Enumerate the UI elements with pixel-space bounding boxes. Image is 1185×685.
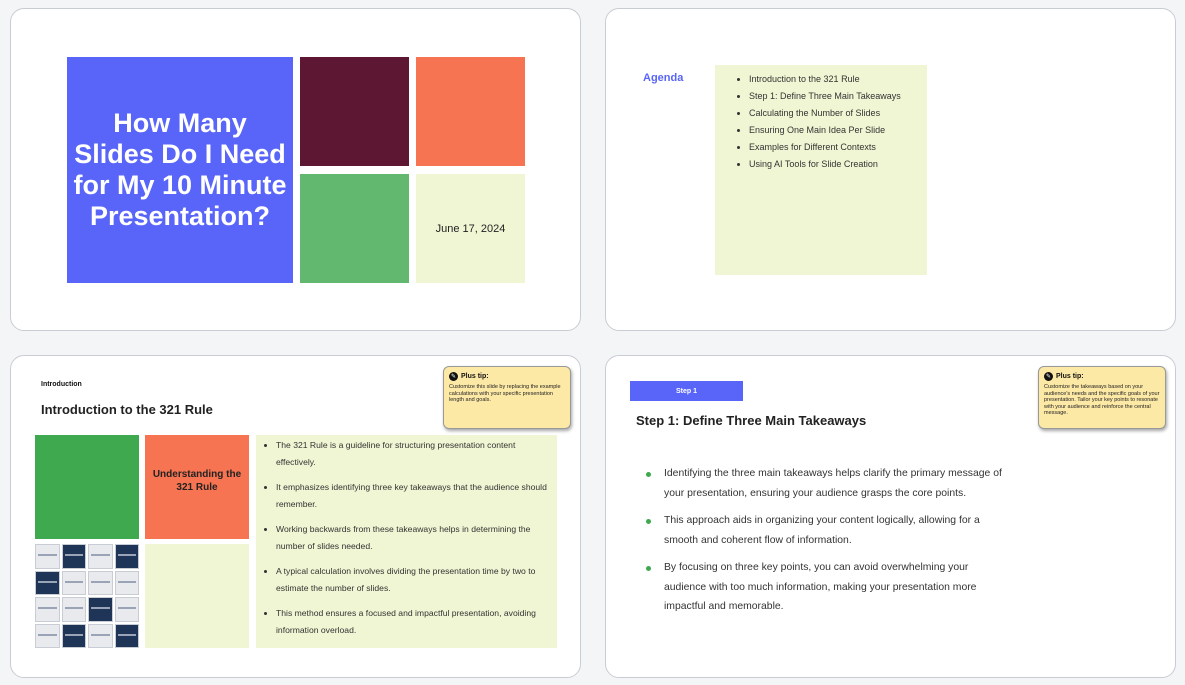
bullet-item: By focusing on three key points, you can… (636, 558, 1011, 617)
green-block (35, 435, 139, 539)
preview-thumb (114, 544, 139, 569)
bullet-item: The 321 Rule is a guideline for structur… (276, 437, 549, 471)
preview-thumb (61, 544, 86, 569)
slide-heading: Introduction to the 321 Rule (41, 402, 213, 417)
preview-thumb (61, 570, 86, 595)
bullet-item: This method ensures a focused and impact… (276, 605, 549, 639)
agenda-list: Introduction to the 321 Rule Step 1: Def… (725, 71, 917, 173)
bullet-text: Identifying the three main takeaways hel… (664, 468, 1002, 499)
slide-title: How Many Slides Do I Need for My 10 Minu… (67, 57, 293, 283)
slide-thumbnail-2[interactable]: Agenda Introduction to the 321 Rule Step… (605, 8, 1176, 331)
preview-thumb (88, 623, 113, 648)
preview-thumb (88, 570, 113, 595)
presentation-date: June 17, 2024 (435, 222, 506, 235)
bullet-dot-icon (646, 566, 651, 571)
plus-tip-text: Customize the takeaways based on your au… (1044, 384, 1160, 416)
understanding-card: Understanding the 321 Rule (145, 435, 249, 539)
agenda-title: Agenda (643, 72, 684, 84)
preview-thumb (114, 623, 139, 648)
preview-thumb (35, 570, 60, 595)
plus-tip-title: Plus tip: (461, 373, 489, 380)
section-label: Introduction (41, 381, 82, 388)
understanding-card-label: Understanding the 321 Rule (152, 469, 242, 493)
slide-thumbnail-3[interactable]: Introduction Introduction to the 321 Rul… (10, 355, 581, 678)
slide-thumbnail-1[interactable]: How Many Slides Do I Need for My 10 Minu… (10, 8, 581, 331)
plus-tip-text: Customize this slide by replacing the ex… (449, 384, 561, 403)
plus-tip-icon: ✎ (449, 372, 458, 381)
slides-preview-image (35, 544, 139, 648)
agenda-item: Introduction to the 321 Rule (749, 71, 917, 88)
bullet-list: Identifying the three main takeaways hel… (636, 464, 1011, 617)
preview-thumb (88, 544, 113, 569)
preview-thumb (114, 597, 139, 622)
green-block (300, 174, 409, 283)
agenda-item: Calculating the Number of Slides (749, 105, 917, 122)
agenda-item: Ensuring One Main Idea Per Slide (749, 122, 917, 139)
preview-thumb (61, 623, 86, 648)
bullet-text: This approach aids in organizing your co… (664, 515, 980, 546)
bullet-text: By focusing on three key points, you can… (664, 562, 977, 612)
bullet-panel: Identifying the three main takeaways hel… (636, 464, 1011, 625)
preview-thumb (88, 597, 113, 622)
agenda-item: Step 1: Define Three Main Takeaways (749, 88, 917, 105)
preview-thumb (35, 544, 60, 569)
bullet-item: It emphasizes identifying three key take… (276, 479, 549, 513)
bullet-dot-icon (646, 519, 651, 524)
preview-thumb (35, 623, 60, 648)
bullet-item: A typical calculation involves dividing … (276, 563, 549, 597)
cream-block (145, 544, 249, 648)
maroon-block (300, 57, 409, 166)
date-block: June 17, 2024 (416, 174, 525, 283)
bullet-dot-icon (646, 472, 651, 477)
plus-tip-icon: ✎ (1044, 372, 1053, 381)
agenda-item: Examples for Different Contexts (749, 139, 917, 156)
bullet-item: Identifying the three main takeaways hel… (636, 464, 1011, 503)
plus-tip-title: Plus tip: (1056, 373, 1084, 380)
bullet-list: The 321 Rule is a guideline for structur… (258, 437, 549, 639)
step-tag: Step 1 (630, 381, 743, 401)
plus-tip-box: ✎ Plus tip: Customize the takeaways based… (1038, 366, 1166, 429)
preview-thumb (35, 597, 60, 622)
agenda-item: Using AI Tools for Slide Creation (749, 156, 917, 173)
agenda-list-box: Introduction to the 321 Rule Step 1: Def… (715, 65, 927, 275)
preview-thumb (61, 597, 86, 622)
coral-block (416, 57, 525, 166)
slide-thumbnail-4[interactable]: Step 1 Step 1: Define Three Main Takeawa… (605, 355, 1176, 678)
preview-thumb (114, 570, 139, 595)
bullet-item: Working backwards from these takeaways h… (276, 521, 549, 555)
bullet-panel: The 321 Rule is a guideline for structur… (256, 435, 557, 648)
bullet-item: This approach aids in organizing your co… (636, 511, 1011, 550)
slide-heading: Step 1: Define Three Main Takeaways (636, 413, 867, 428)
plus-tip-box: ✎ Plus tip: Customize this slide by repla… (443, 366, 571, 429)
